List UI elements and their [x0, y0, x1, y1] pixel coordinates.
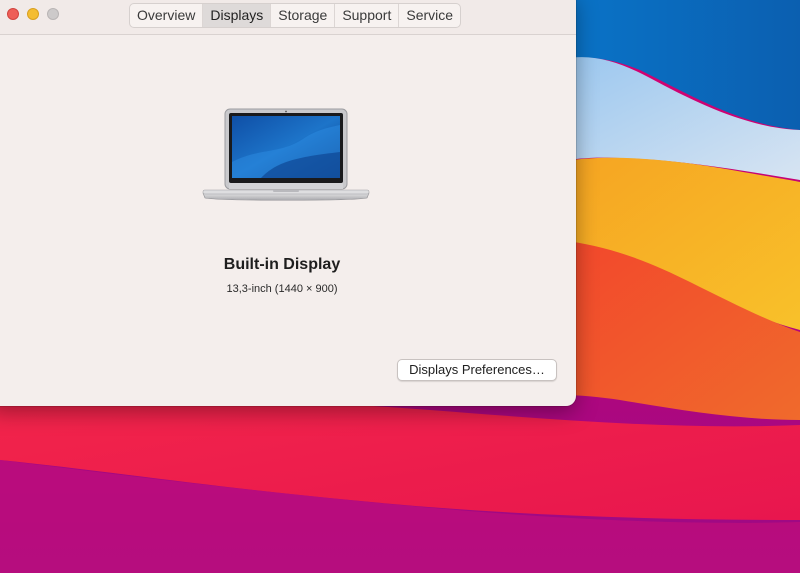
close-window-button[interactable]: [7, 8, 19, 20]
tab-service[interactable]: Service: [399, 4, 460, 27]
about-this-mac-window: Overview Displays Storage Support Servic…: [0, 0, 576, 406]
desktop: Overview Displays Storage Support Servic…: [0, 0, 800, 573]
display-name: Built-in Display: [223, 256, 341, 273]
displays-pane: Built-in Display 13,3-inch (1440 × 900) …: [0, 35, 576, 406]
tab-support[interactable]: Support: [335, 4, 400, 27]
tab-bar: Overview Displays Storage Support Servic…: [129, 3, 462, 28]
displays-preferences-button[interactable]: Displays Preferences…: [397, 359, 557, 381]
minimize-window-button[interactable]: [27, 8, 39, 20]
tab-displays[interactable]: Displays: [203, 4, 272, 27]
display-spec: 13,3-inch (1440 × 900): [226, 283, 338, 295]
tab-storage[interactable]: Storage: [271, 4, 336, 27]
zoom-window-button[interactable]: [47, 8, 59, 20]
tab-overview[interactable]: Overview: [130, 4, 204, 27]
macbook-air-icon: [202, 108, 370, 201]
window-titlebar: Overview Displays Storage Support Servic…: [0, 0, 576, 35]
